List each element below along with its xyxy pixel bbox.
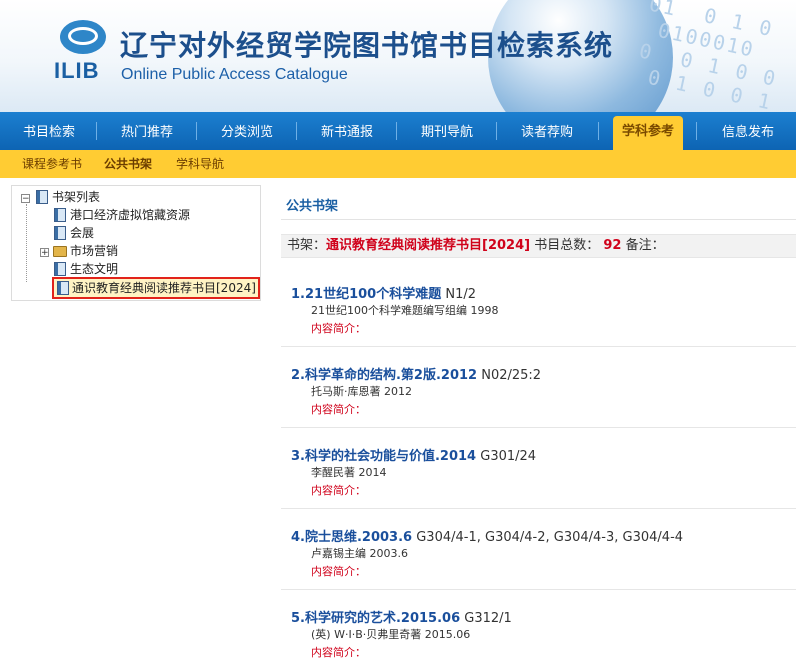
summary-label: 内容简介： xyxy=(311,403,366,416)
book-title-link[interactable]: 3.科学的社会功能与价值.2014 xyxy=(291,449,476,464)
shelf-tree: − 书架列表 港口经济虚拟馆藏资源 会展 + 市场营销 生态文明 通识教育经典阅… xyxy=(11,185,261,301)
book-author: 李醒民著 2014 xyxy=(311,466,387,479)
summary-label: 内容简介： xyxy=(311,646,366,659)
shelf-name: 通识教育经典阅读推荐书目[2024] xyxy=(326,238,531,253)
bookshelf-icon xyxy=(36,190,48,204)
header-banner: 01 0 1 0 0100010 0 0 1 0 0 0 1 0 0 1 ILI… xyxy=(0,0,796,112)
tree-item-exhibition[interactable]: 会展 xyxy=(70,224,94,242)
summary-label: 内容简介： xyxy=(311,322,366,335)
book-title-link[interactable]: 2.科学革命的结构.第2版.2012 xyxy=(291,368,477,383)
nav-item-recommend[interactable]: 读者荐购 xyxy=(504,118,590,150)
book-icon xyxy=(57,281,69,295)
call-number: G301/24 xyxy=(480,449,537,464)
subnav-item-subject-nav[interactable]: 学科导航 xyxy=(176,150,224,178)
nav-item-new-books[interactable]: 新书通报 xyxy=(304,118,390,150)
content-panel: 公共书架 书架：通识教育经典阅读推荐书目[2024] 书目总数： 92 备注： … xyxy=(281,185,796,665)
speech-bubble-icon xyxy=(60,20,106,54)
tree-item-port-economy[interactable]: 港口经济虚拟馆藏资源 xyxy=(70,206,190,224)
book-icon xyxy=(54,208,66,222)
book-icon xyxy=(54,226,66,240)
nav-item-hot[interactable]: 热门推荐 xyxy=(104,118,190,150)
call-number: N1/2 xyxy=(445,287,477,302)
summary-label: 内容简介： xyxy=(311,565,366,578)
book-title-link[interactable]: 1.21世纪100个科学难题 xyxy=(291,287,441,302)
tree-root-label[interactable]: 书架列表 xyxy=(52,188,100,206)
call-number: G304/4-1, G304/4-2, G304/4-3, G304/4-4 xyxy=(416,530,684,545)
folder-icon xyxy=(53,246,67,257)
nav-item-info[interactable]: 信息发布 xyxy=(704,118,792,150)
ilib-logo: ILIB xyxy=(54,20,116,86)
sub-nav: 课程参考书 公共书架 学科导航 xyxy=(0,150,796,178)
shelf-label: 书架： xyxy=(287,238,327,253)
system-title-cn: 辽宁对外经贸学院图书馆书目检索系统 xyxy=(120,29,614,62)
book-author: (英) W·I·B·贝弗里奇著 2015.06 xyxy=(311,628,471,641)
expand-icon[interactable]: + xyxy=(40,248,49,258)
book-title-link[interactable]: 5.科学研究的艺术.2015.06 xyxy=(291,611,460,626)
system-title-en: Online Public Access Catalogue xyxy=(121,66,348,83)
tree-item-ecology[interactable]: 生态文明 xyxy=(70,260,118,278)
book-author: 托马斯·库恩著 2012 xyxy=(311,385,412,398)
shelf-info-bar: 书架：通识教育经典阅读推荐书目[2024] 书目总数： 92 备注： xyxy=(281,234,796,258)
nav-item-subject[interactable]: 学科参考 xyxy=(613,116,683,150)
total-label: 书目总数： xyxy=(534,238,600,253)
note-label: 备注： xyxy=(625,238,665,253)
main-nav: 书目检索 热门推荐 分类浏览 新书通报 期刊导航 读者荐购 学科参考 信息发布 xyxy=(0,112,796,150)
nav-item-browse[interactable]: 分类浏览 xyxy=(204,118,290,150)
book-title-link[interactable]: 4.院士思维.2003.6 xyxy=(291,530,412,545)
total-count: 92 xyxy=(603,238,622,253)
tree-item-general-education[interactable]: 通识教育经典阅读推荐书目[2024] xyxy=(72,279,256,297)
nav-item-journals[interactable]: 期刊导航 xyxy=(404,118,490,150)
book-author: 21世纪100个科学难题编写组编 1998 xyxy=(311,304,499,317)
call-number: G312/1 xyxy=(464,611,512,626)
summary-label: 内容简介： xyxy=(311,484,366,497)
page-title: 公共书架 xyxy=(286,199,339,214)
book-author: 卢嘉锡主编 2003.6 xyxy=(311,547,408,560)
logo-text: ILIB xyxy=(54,58,100,83)
subnav-item-course-books[interactable]: 课程参考书 xyxy=(22,150,82,178)
tree-item-marketing[interactable]: 市场营销 xyxy=(70,242,118,260)
collapse-icon[interactable]: − xyxy=(21,194,30,204)
subnav-item-public-shelf[interactable]: 公共书架 xyxy=(104,150,152,178)
book-icon xyxy=(54,262,66,276)
call-number: N02/25:2 xyxy=(481,368,542,383)
nav-item-search[interactable]: 书目检索 xyxy=(8,118,90,150)
